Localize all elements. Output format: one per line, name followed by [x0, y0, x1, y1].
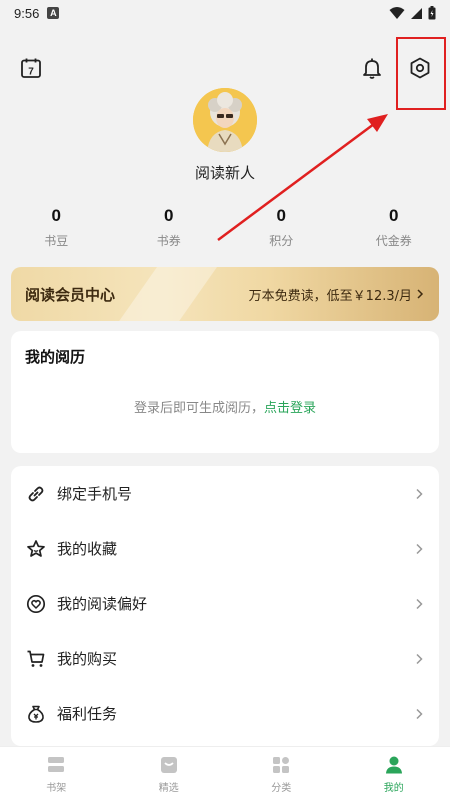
notification-a-icon: A [47, 7, 60, 19]
stat-label: 代金券 [375, 234, 412, 248]
tab-bookshelf[interactable]: 书架 [0, 747, 113, 800]
stats-row: 0 书豆 0 书券 0 积分 0 代金券 [0, 206, 450, 249]
menu-item-favorites[interactable]: 我的收藏 [11, 521, 439, 576]
history-title: 我的阅历 [25, 348, 86, 366]
chevron-right-icon [416, 488, 423, 499]
menu-label: 我的收藏 [57, 540, 118, 558]
menu-card: 绑定手机号 我的收藏 我的阅读偏好 我的购买 福利任务 [11, 466, 439, 746]
stat-value: 0 [389, 206, 399, 225]
tab-category[interactable]: 分类 [225, 747, 338, 800]
vip-banner[interactable]: 阅读会员中心 万本免费读，低至￥12.3/月 [11, 267, 439, 321]
menu-item-purchases[interactable]: 我的购买 [11, 631, 439, 686]
menu-label: 我的阅读偏好 [57, 595, 148, 613]
history-hint: 登录后即可生成阅历，点击登录 [11, 397, 439, 416]
bottom-tab-bar: 书架 精选 分类 我的 [0, 746, 450, 800]
stat-vouchers[interactable]: 0 代金券 [338, 206, 450, 249]
tab-label: 精选 [158, 782, 179, 794]
stat-points[interactable]: 0 积分 [225, 206, 338, 249]
tab-label: 我的 [383, 782, 404, 794]
chevron-right-icon [416, 708, 423, 719]
stat-value: 0 [51, 206, 61, 225]
menu-item-welfare-tasks[interactable]: 福利任务 [11, 686, 439, 741]
history-hint-text: 登录后即可生成阅历， [133, 401, 264, 416]
wifi-icon [389, 7, 405, 19]
vip-promo-text: 万本免费读，低至￥12.3/月 [248, 288, 412, 304]
chevron-right-icon [416, 653, 423, 664]
login-link[interactable]: 点击登录 [264, 401, 316, 416]
money-bag-icon [25, 703, 47, 725]
stat-value: 0 [276, 206, 286, 225]
battery-icon [428, 6, 436, 20]
vip-title: 阅读会员中心 [25, 285, 116, 304]
stat-label: 书券 [156, 234, 181, 248]
stat-book-beans[interactable]: 0 书豆 [0, 206, 113, 249]
link-icon [25, 483, 47, 505]
featured-icon [158, 754, 180, 776]
calendar-button[interactable]: 7 [15, 52, 47, 84]
bell-icon [363, 58, 381, 79]
avatar-image [193, 88, 257, 152]
chevron-right-icon [416, 598, 423, 609]
menu-label: 我的购买 [57, 650, 118, 668]
chevron-right-icon [417, 289, 424, 299]
menu-label: 福利任务 [57, 705, 118, 723]
bookshelf-icon [45, 754, 67, 776]
profile-icon [383, 754, 405, 776]
reading-history-card: 我的阅历 登录后即可生成阅历，点击登录 [11, 331, 439, 453]
vip-promo: 万本免费读，低至￥12.3/月 [249, 285, 425, 304]
notifications-button[interactable] [356, 52, 388, 84]
tab-profile[interactable]: 我的 [338, 747, 450, 800]
cart-icon [25, 648, 47, 670]
stat-label: 积分 [269, 234, 294, 248]
tab-label: 分类 [271, 782, 292, 794]
heart-icon [25, 593, 47, 615]
chevron-right-icon [416, 543, 423, 554]
menu-item-bind-phone[interactable]: 绑定手机号 [11, 466, 439, 521]
menu-label: 绑定手机号 [57, 485, 133, 503]
stat-label: 书豆 [44, 234, 69, 248]
signal-icon [411, 7, 422, 19]
status-right [389, 6, 436, 20]
calendar-icon: 7 [21, 58, 41, 78]
category-icon [270, 754, 292, 776]
avatar[interactable] [193, 88, 257, 152]
status-left: 9:56 A [14, 5, 60, 21]
tab-label: 书架 [46, 782, 67, 794]
tab-featured[interactable]: 精选 [113, 747, 226, 800]
star-icon [25, 538, 47, 560]
status-bar: 9:56 A [0, 0, 450, 26]
stat-book-coupons[interactable]: 0 书券 [113, 206, 226, 249]
annotation-highlight-box [396, 37, 446, 110]
calendar-day: 7 [28, 67, 34, 78]
stat-value: 0 [164, 206, 174, 225]
menu-item-reading-preferences[interactable]: 我的阅读偏好 [11, 576, 439, 631]
status-time: 9:56 [14, 5, 40, 21]
username[interactable]: 阅读新人 [0, 162, 450, 183]
